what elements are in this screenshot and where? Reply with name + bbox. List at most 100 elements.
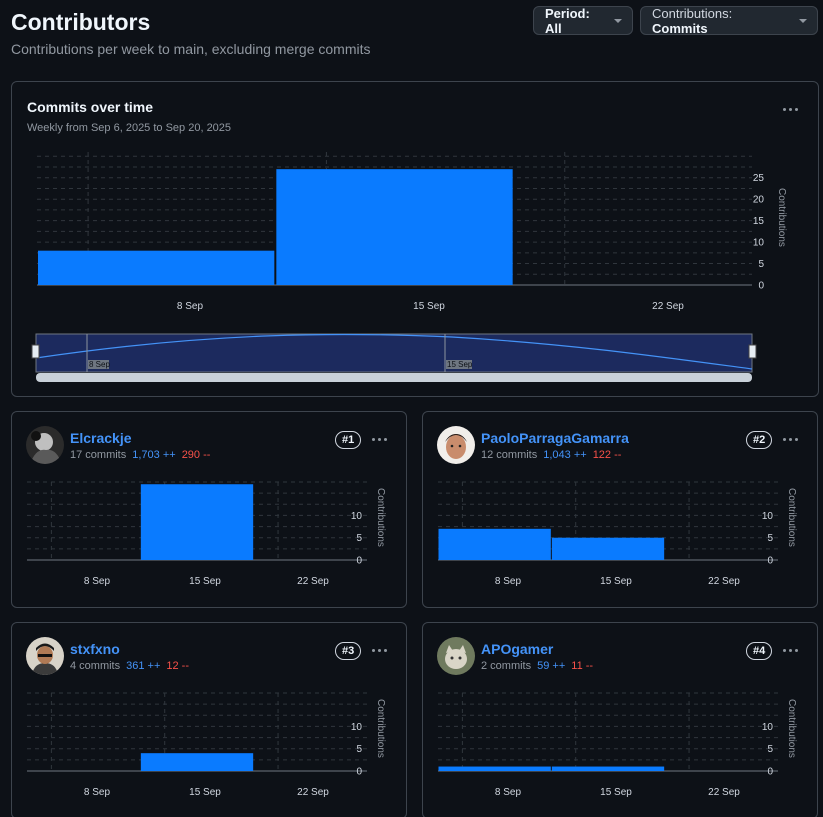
y-tick-label: 5 (767, 744, 773, 755)
contributions-value: Commits (652, 20, 708, 36)
y-tick-label: 20 (753, 195, 765, 206)
page-title: Contributors (11, 9, 151, 35)
kebab-menu-icon[interactable] (778, 641, 802, 659)
brush-right-handle[interactable] (748, 344, 757, 359)
brush-scrollbar[interactable] (36, 373, 752, 382)
kebab-menu-icon[interactable] (367, 641, 391, 659)
contributor-name-link[interactable]: PaoloParragaGamarra (481, 430, 629, 446)
rank-badge: #1 (335, 431, 362, 449)
contributor-card: stxfxno 4 commits 361 ++ 12 -- #3 8 Sep 15 Sep… (11, 622, 407, 817)
contributor-bar[interactable] (438, 766, 551, 771)
period-prefix: Period: (545, 5, 590, 21)
y-tick-label: 5 (758, 259, 764, 270)
y-tick-label: 10 (351, 722, 363, 733)
kebab-menu-icon[interactable] (778, 430, 802, 448)
x-tick-label: 15 Sep (600, 576, 632, 587)
additions-count: 1,703 ++ (132, 449, 176, 461)
overview-chart: 8 Sep 15 Sep 22 Sep 0 5 10 15 20 25 Contributio… (31, 152, 787, 382)
brush-label-15sep: 15 Sep (447, 360, 473, 369)
x-tick-label: 22 Sep (297, 576, 329, 587)
x-tick-label: 15 Sep (600, 787, 632, 798)
x-tick-label: 15 Sep (189, 576, 221, 587)
x-tick-label: 22 Sep (297, 787, 329, 798)
avatar[interactable] (26, 426, 64, 464)
brush-label-8sep: 8 Sep (89, 360, 110, 369)
contributor-card: Elcrackje 17 commits 1,703 ++ 290 -- #1 8 Sep… (11, 411, 407, 608)
contributor-bar[interactable] (551, 766, 665, 771)
x-tick-label: 8 Sep (495, 576, 522, 587)
avatar-apogamer-image (437, 637, 475, 675)
y-tick-label: 5 (356, 533, 362, 544)
contributor-stats: 2 commits 59 ++ 11 -- (481, 660, 593, 672)
y-axis-label: Contributions (375, 699, 386, 758)
y-tick-label: 25 (753, 173, 765, 184)
contributor-name-link[interactable]: APOgamer (481, 641, 553, 657)
range-brush[interactable]: 8 Sep 15 Sep (31, 333, 757, 382)
contributor-bar[interactable] (140, 484, 254, 560)
x-tick-label: 8 Sep (84, 787, 111, 798)
y-tick-label: 0 (356, 767, 362, 778)
x-tick-label: 22 Sep (652, 301, 684, 312)
contributor-bar[interactable] (438, 528, 551, 560)
contributor-chart: 8 Sep 15 Sep 22 Sep 0 5 10 Contributions (27, 481, 386, 587)
y-axis-label: Contributions (786, 699, 797, 758)
contributor-chart: 8 Sep 15 Sep 22 Sep 0 5 10 Contributions (438, 481, 797, 587)
avatar-elcrackje-image (26, 426, 64, 464)
y-tick-label: 10 (762, 511, 774, 522)
deletions-count: 12 -- (166, 660, 190, 672)
contributions-prefix: Contributions: (652, 5, 733, 21)
rank-badge: #2 (746, 431, 773, 449)
x-tick-label: 22 Sep (708, 787, 740, 798)
y-tick-label: 0 (356, 556, 362, 567)
page-subtitle: Contributions per week to main, excludin… (11, 41, 371, 57)
period-value: All (545, 20, 562, 36)
rank-badge: #3 (335, 642, 362, 660)
y-tick-label: 0 (758, 281, 764, 292)
commit-count[interactable]: 17 commits (70, 449, 126, 461)
y-tick-label: 10 (762, 722, 774, 733)
avatar-paolo-image (437, 426, 475, 464)
period-dropdown-button[interactable]: Period: All (533, 5, 633, 36)
y-tick-label: 10 (351, 511, 363, 522)
avatar[interactable] (26, 637, 64, 675)
contributor-bar[interactable] (551, 537, 665, 560)
chevron-down-icon (799, 18, 807, 23)
x-tick-label: 22 Sep (708, 576, 740, 587)
contributor-stats: 17 commits 1,703 ++ 290 -- (70, 449, 210, 461)
contributor-card: APOgamer 2 commits 59 ++ 11 -- #4 8 Sep 15 Sep… (422, 622, 818, 817)
commit-count[interactable]: 12 commits (481, 449, 537, 461)
contributor-name-link[interactable]: stxfxno (70, 641, 120, 657)
x-tick-label: 15 Sep (413, 301, 445, 312)
kebab-menu-icon[interactable] (367, 430, 391, 448)
deletions-count: 290 -- (181, 449, 211, 461)
additions-count: 59 ++ (537, 660, 566, 672)
y-tick-label: 5 (767, 533, 773, 544)
contributor-name-link[interactable]: Elcrackje (70, 430, 132, 446)
chevron-down-icon (614, 18, 622, 23)
overview-bar[interactable] (38, 250, 275, 285)
contributor-stats: 12 commits 1,043 ++ 122 -- (481, 449, 621, 461)
x-tick-label: 8 Sep (495, 787, 522, 798)
rank-badge: #4 (746, 642, 773, 660)
contributions-dropdown-button[interactable]: Contributions: Commits (640, 5, 818, 36)
y-axis-label: Contributions (375, 488, 386, 547)
commits-over-time-card: Commits over time Weekly from Sep 6, 202… (11, 81, 819, 397)
avatar-stxfxno-image (26, 637, 64, 675)
contributor-chart: 8 Sep 15 Sep 22 Sep 0 5 10 Contributions (438, 692, 797, 798)
contributor-bar[interactable] (140, 753, 254, 771)
deletions-count: 122 -- (592, 449, 622, 461)
avatar[interactable] (437, 637, 475, 675)
brush-left-handle[interactable] (31, 344, 40, 359)
x-tick-label: 15 Sep (189, 787, 221, 798)
y-tick-label: 10 (753, 238, 765, 249)
deletions-count: 11 -- (571, 660, 594, 672)
overview-bar[interactable] (276, 169, 513, 285)
commit-count[interactable]: 2 commits (481, 660, 531, 672)
additions-count: 1,043 ++ (543, 449, 587, 461)
avatar[interactable] (437, 426, 475, 464)
x-tick-label: 8 Sep (84, 576, 111, 587)
y-tick-label: 0 (767, 767, 773, 778)
commit-count[interactable]: 4 commits (70, 660, 120, 672)
x-tick-label: 8 Sep (177, 301, 204, 312)
additions-count: 361 ++ (126, 660, 161, 672)
